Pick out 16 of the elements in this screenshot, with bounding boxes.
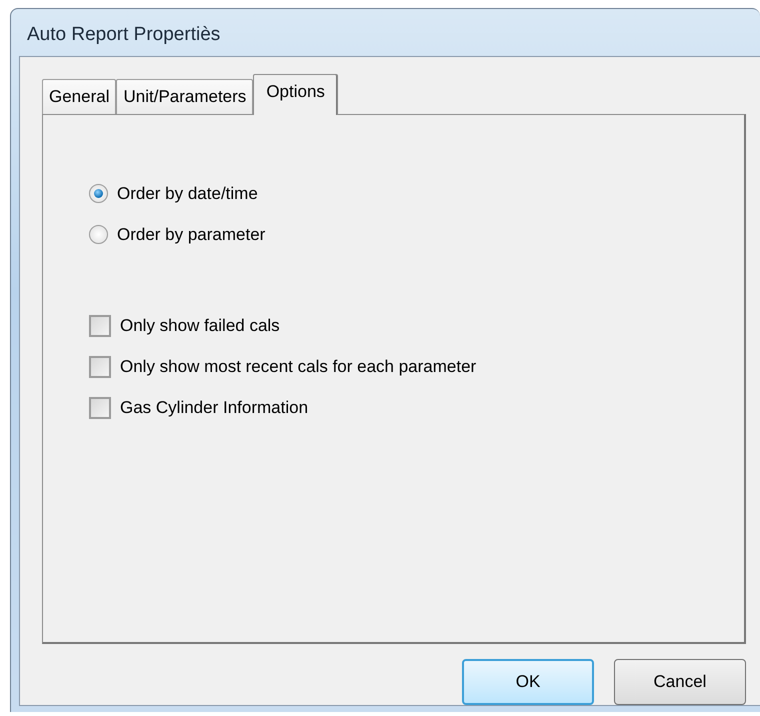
radio-button[interactable]: [89, 184, 108, 203]
tab[interactable]: Unit/Parameters: [116, 79, 254, 114]
radio-label: Order by parameter: [117, 224, 266, 244]
cancel-button[interactable]: Cancel: [614, 659, 746, 705]
checkbox-label: Only show failed cals: [120, 316, 280, 336]
tab[interactable]: General: [42, 79, 116, 114]
checkbox[interactable]: [89, 396, 111, 418]
radio-button[interactable]: [89, 225, 108, 244]
checkbox-label: Only show most recent cals for each parameter: [120, 356, 476, 376]
tab[interactable]: Options: [253, 74, 338, 115]
ok-button[interactable]: OK: [462, 659, 594, 705]
checkbox[interactable]: [89, 314, 111, 336]
window-title: Auto Report Propertiès: [26, 22, 222, 46]
checkbox[interactable]: [89, 356, 111, 378]
radio-label: Order by date/time: [117, 184, 258, 204]
checkbox-label: Gas Cylinder Information: [120, 398, 308, 418]
